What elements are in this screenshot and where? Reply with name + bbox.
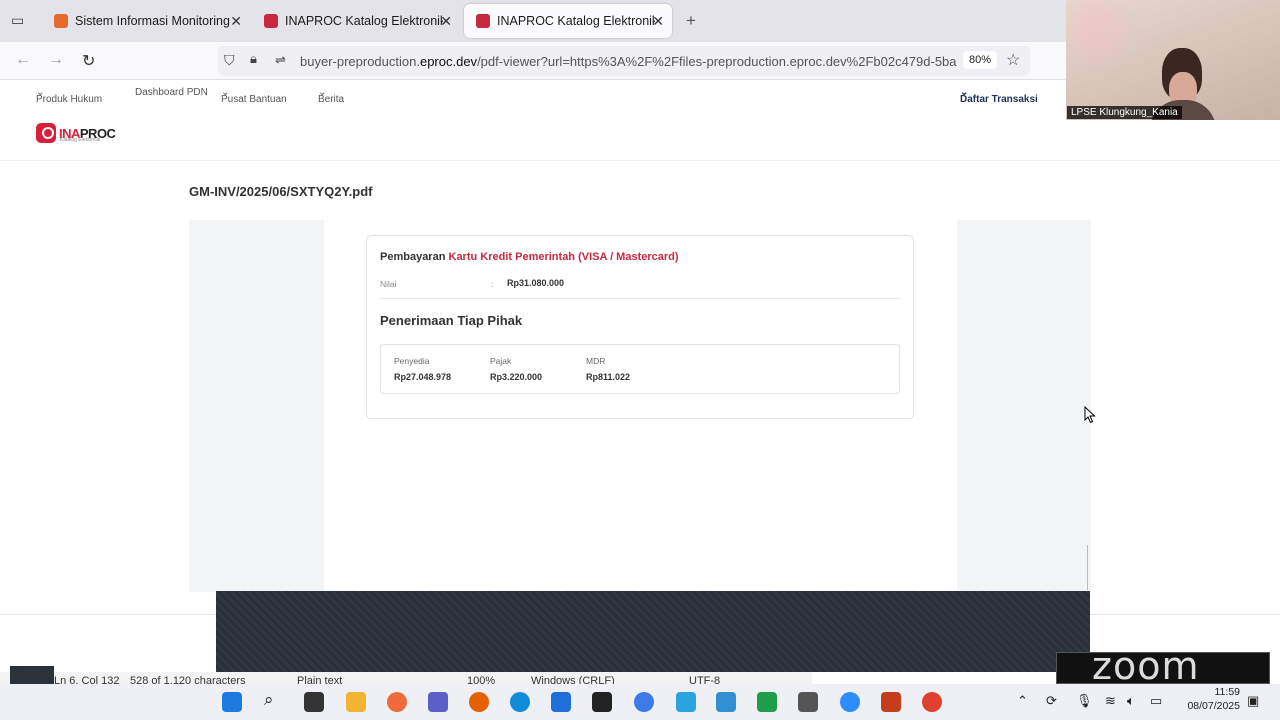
party-label: Pajak xyxy=(490,356,512,366)
nav-pusat-bantuan[interactable]: Pusat Bantuan ⌄ xyxy=(221,87,287,105)
task-view-icon[interactable] xyxy=(304,692,324,712)
party-label: MDR xyxy=(586,356,606,366)
dropbox-icon[interactable] xyxy=(592,692,612,712)
inaproc-logo[interactable]: INAPROC Katalog Elektronik xyxy=(36,123,116,143)
bookmark-star-icon[interactable]: ☆ xyxy=(1006,50,1020,70)
search-icon[interactable]: ⌕ xyxy=(264,690,274,710)
section-title: Penerimaan Tiap Pihak xyxy=(380,313,523,328)
permissions-icon[interactable]: ⇌ xyxy=(275,52,286,68)
forward-arrow-icon[interactable]: → xyxy=(48,51,64,69)
chrome-icon[interactable] xyxy=(922,692,942,712)
defender-icon[interactable] xyxy=(634,692,654,712)
tab-list-icon[interactable]: ▭ xyxy=(11,12,24,29)
pdf-file-title: GM-INV/2025/06/SXTYQ2Y.pdf xyxy=(189,184,373,199)
close-icon[interactable]: ✕ xyxy=(440,13,452,30)
chevron-up-icon[interactable]: ⌃ xyxy=(1017,693,1028,709)
browser-tab-bar: ▭ Sistem Informasi Monitoring Pe ✕ INAPR… xyxy=(0,0,1066,42)
background-blur xyxy=(1066,0,1126,60)
wifi-icon[interactable]: ≋ xyxy=(1105,693,1116,709)
divider xyxy=(380,298,900,299)
browser-toolbar: ← → ↻ ⛉ 🔒︎ ⇌ buyer-preproduction.eproc.d… xyxy=(0,42,1066,80)
zoom-watermark: zoom xyxy=(1092,644,1200,688)
excel-icon[interactable] xyxy=(757,692,777,712)
nav-daftar-transaksi[interactable]: Daftar Transaksi ⌄ xyxy=(960,87,1038,105)
store-icon[interactable] xyxy=(551,692,571,712)
paint-icon[interactable] xyxy=(676,692,696,712)
url-bar[interactable]: ⛉ 🔒︎ ⇌ buyer-preproduction.eproc.dev/pdf… xyxy=(218,46,1030,76)
firefox-icon[interactable] xyxy=(469,692,489,712)
nilai-label: Nilai xyxy=(380,279,397,289)
file-explorer-icon[interactable] xyxy=(346,692,366,712)
notification-icon[interactable]: ▣ xyxy=(1247,693,1259,709)
logo-subtitle: Katalog Elektronik xyxy=(60,137,101,143)
zoom-app-icon[interactable] xyxy=(840,692,860,712)
new-tab-button[interactable]: + xyxy=(686,11,696,31)
lock-icon[interactable]: 🔒︎ xyxy=(250,51,257,67)
tab-label: INAPROC Katalog Elektronik - P xyxy=(497,14,655,28)
reload-icon[interactable]: ↻ xyxy=(82,51,95,71)
party-mdr: MDR Rp811.022 xyxy=(586,356,630,382)
payment-method: Kartu Kredit Pemerintah (VISA / Masterca… xyxy=(448,251,679,263)
windows-start-icon[interactable] xyxy=(222,692,242,712)
inaproc-favicon-icon xyxy=(476,14,490,28)
tab-label: INAPROC Katalog Elektronik - P xyxy=(285,14,443,28)
inaproc-favicon-icon xyxy=(264,14,278,28)
tab-label: Sistem Informasi Monitoring Pe xyxy=(75,14,233,28)
nav-berita[interactable]: Berita ⌄ xyxy=(318,87,344,105)
party-pajak: Pajak Rp3.220.000 xyxy=(490,356,542,382)
notepad-icon[interactable] xyxy=(716,692,736,712)
system-clock[interactable]: 11:59 08/07/2025 xyxy=(1180,685,1240,713)
party-label: Penyedia xyxy=(394,356,430,366)
microphone-icon[interactable]: 🎙︎ xyxy=(1076,693,1093,709)
shield-icon[interactable]: ⛉ xyxy=(224,52,235,69)
siman-favicon-icon xyxy=(54,14,68,28)
scrollbar[interactable] xyxy=(1087,545,1088,590)
party-value: Rp27.048.978 xyxy=(394,372,452,382)
clock-date: 08/07/2025 xyxy=(1187,700,1240,712)
mouse-cursor-icon xyxy=(1084,406,1096,424)
tab-siman[interactable]: Sistem Informasi Monitoring Pe ✕ xyxy=(42,4,250,38)
payment-method-line: Pembayaran Kartu Kredit Pemerintah (VISA… xyxy=(380,251,679,263)
shopping-bag-icon xyxy=(36,123,56,143)
copilot-icon[interactable] xyxy=(387,692,407,712)
edge-icon[interactable] xyxy=(510,692,530,712)
party-value: Rp3.220.000 xyxy=(490,372,543,382)
speaker-icon[interactable]: 🔈︎ xyxy=(1127,693,1135,709)
screen-share-overlay xyxy=(216,591,1090,672)
parties-box: Penyedia Rp27.048.978 Pajak Rp3.220.000 … xyxy=(380,344,900,394)
calculator-icon[interactable] xyxy=(798,692,818,712)
windows-taskbar: ⌕ ⌃ ⟳ 🎙︎ ≋ 🔈︎ ▭ 11:59 08/07/2025 ▣ xyxy=(0,684,1280,720)
powerpoint-icon[interactable] xyxy=(881,692,901,712)
sync-icon[interactable]: ⟳ xyxy=(1046,693,1057,709)
participant-name: LPSE Klungkung_Kania xyxy=(1067,106,1182,119)
close-icon[interactable]: ✕ xyxy=(230,13,242,30)
nav-dashboard-pdn[interactable]: Dashboard PDN xyxy=(135,87,208,98)
site-top-nav: Produk Hukum ⌄ Dashboard PDN Pusat Bantu… xyxy=(0,80,1066,106)
tab-inaproc-1[interactable]: INAPROC Katalog Elektronik - P ✕ xyxy=(252,4,460,38)
party-value: Rp811.022 xyxy=(586,372,631,382)
webcam-video: LPSE Klungkung_Kania xyxy=(1066,0,1280,120)
payment-card: Pembayaran Kartu Kredit Pemerintah (VISA… xyxy=(366,235,914,419)
nilai-colon: : xyxy=(491,279,494,289)
battery-icon[interactable]: ▭ xyxy=(1150,693,1162,709)
teams-icon[interactable] xyxy=(428,692,448,712)
close-icon[interactable]: ✕ xyxy=(652,13,664,30)
party-penyedia: Penyedia Rp27.048.978 xyxy=(394,356,451,382)
tab-inaproc-active[interactable]: INAPROC Katalog Elektronik - P ✕ xyxy=(464,4,672,38)
nilai-value: Rp31.080.000 xyxy=(507,278,565,288)
nav-produk-hukum[interactable]: Produk Hukum ⌄ xyxy=(36,87,102,105)
zoom-level-badge[interactable]: 80% xyxy=(963,51,998,69)
back-arrow-icon[interactable]: ← xyxy=(15,51,31,69)
url-text[interactable]: buyer-preproduction.eproc.dev/pdf-viewer… xyxy=(300,54,958,69)
